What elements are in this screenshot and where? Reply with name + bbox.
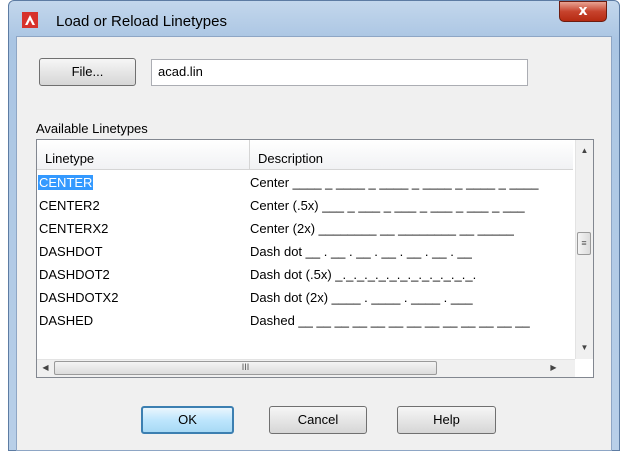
list-item[interactable]: CENTER Center ____ _ ____ _ ____ _ ____ … bbox=[37, 171, 573, 194]
list-item[interactable]: DASHDOTX2 Dash dot (2x) ____ . ____ . __… bbox=[37, 286, 573, 309]
linetype-name: DASHDOTX2 bbox=[39, 290, 119, 305]
scroll-left-icon[interactable]: ◀ bbox=[37, 363, 54, 372]
cancel-button[interactable]: Cancel bbox=[269, 406, 367, 434]
file-button[interactable]: File... bbox=[39, 58, 136, 86]
linetype-list[interactable]: Linetype Description CENTER Center ____ … bbox=[36, 139, 594, 378]
file-path-field[interactable]: acad.lin bbox=[151, 59, 528, 86]
column-header-description[interactable]: Description bbox=[250, 140, 573, 170]
linetype-name: DASHDOT2 bbox=[39, 267, 110, 282]
autocad-app-icon bbox=[22, 12, 38, 28]
column-header-linetype[interactable]: Linetype bbox=[37, 140, 250, 170]
linetype-description: Center ____ _ ____ _ ____ _ ____ _ ____ … bbox=[250, 175, 539, 190]
window-title: Load or Reload Linetypes bbox=[56, 13, 227, 30]
vertical-scrollbar[interactable]: ▲ ≡ ▼ bbox=[575, 140, 593, 359]
help-button[interactable]: Help bbox=[397, 406, 496, 434]
scroll-down-icon[interactable]: ▼ bbox=[576, 343, 593, 352]
horizontal-scrollbar[interactable]: ◀ III ▶ bbox=[37, 359, 575, 377]
linetype-description: Dash dot (2x) ____ . ____ . ____ . ___ bbox=[250, 290, 473, 305]
close-icon: x bbox=[578, 3, 588, 19]
close-button[interactable]: x bbox=[559, 1, 607, 22]
ok-button[interactable]: OK bbox=[141, 406, 234, 434]
list-item[interactable]: DASHED Dashed __ __ __ __ __ __ __ __ __… bbox=[37, 309, 573, 332]
linetype-description: Dashed __ __ __ __ __ __ __ __ __ __ __ … bbox=[250, 313, 530, 328]
vertical-scroll-thumb[interactable]: ≡ bbox=[577, 232, 591, 255]
linetype-name: DASHED bbox=[39, 313, 94, 328]
list-item[interactable]: CENTER2 Center (.5x) ___ _ ___ _ ___ _ _… bbox=[37, 194, 573, 217]
scroll-right-icon[interactable]: ▶ bbox=[545, 363, 562, 372]
title-bar[interactable]: Load or Reload Linetypes x bbox=[8, 0, 620, 36]
linetype-name: CENTER2 bbox=[39, 198, 100, 213]
linetype-description: Dash dot __ . __ . __ . __ . __ . __ . _… bbox=[250, 244, 472, 259]
list-item[interactable]: DASHDOT Dash dot __ . __ . __ . __ . __ … bbox=[37, 240, 573, 263]
available-linetypes-label: Available Linetypes bbox=[36, 121, 148, 136]
list-item[interactable]: DASHDOT2 Dash dot (.5x) _._._._._._._._.… bbox=[37, 263, 573, 286]
dialog-client-area: File... acad.lin Available Linetypes Lin… bbox=[16, 36, 612, 451]
horizontal-scroll-thumb[interactable]: III bbox=[54, 361, 437, 375]
linetype-name: CENTERX2 bbox=[39, 221, 109, 236]
linetype-name: CENTER bbox=[38, 175, 94, 190]
linetype-name: DASHDOT bbox=[39, 244, 103, 259]
scroll-up-icon[interactable]: ▲ bbox=[576, 146, 593, 155]
linetype-description: Dash dot (.5x) _._._._._._._._._._._._._… bbox=[250, 267, 477, 282]
linetype-description: Center (2x) ________ __ ________ __ ____… bbox=[250, 221, 514, 236]
list-item[interactable]: CENTERX2 Center (2x) ________ __ _______… bbox=[37, 217, 573, 240]
linetype-description: Center (.5x) ___ _ ___ _ ___ _ ___ _ ___… bbox=[250, 198, 525, 213]
